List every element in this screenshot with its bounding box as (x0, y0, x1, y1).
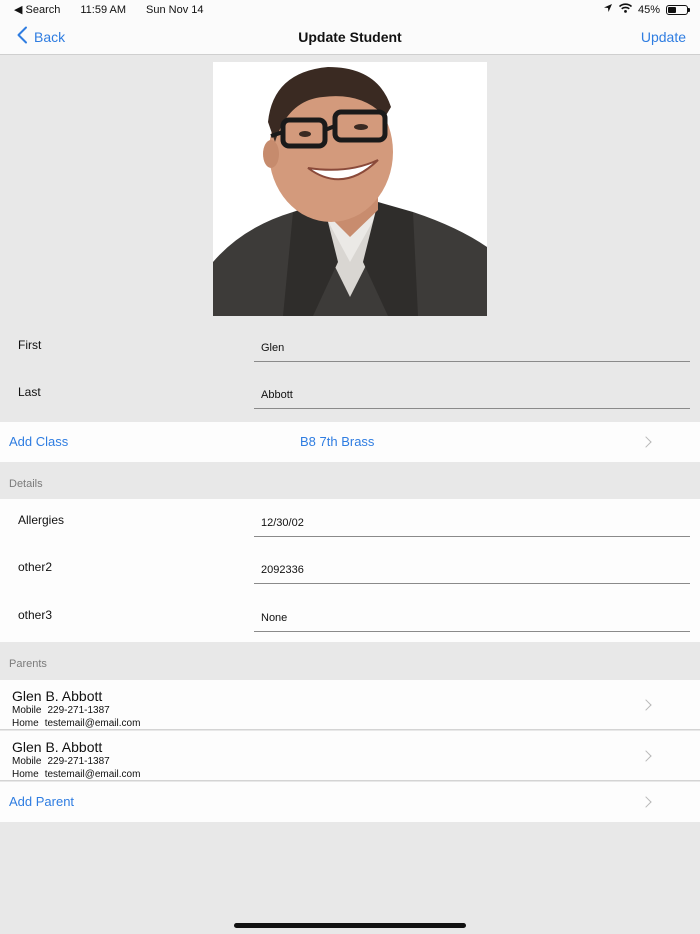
last-name-row: Last Abbott (0, 371, 700, 417)
chevron-right-icon (640, 436, 652, 448)
back-to-app-link[interactable]: ◀ Search (14, 3, 60, 16)
wifi-icon (618, 3, 633, 16)
detail-label: Allergies (18, 513, 65, 527)
navigation-bar: Back Update Student Update (0, 20, 700, 55)
detail-row: other3 None (0, 594, 700, 640)
parent-mobile-line: Mobile 229-271-1387 (12, 756, 110, 767)
parent-home-label: Home (12, 718, 39, 729)
chevron-right-icon (640, 699, 652, 711)
page-title: Update Student (298, 29, 402, 45)
detail-row: Allergies 12/30/02 (0, 499, 700, 545)
class-name: B8 7th Brass (300, 434, 375, 449)
detail-input-other3[interactable]: None (254, 606, 690, 632)
parents-section-header: Parents (9, 658, 47, 670)
detail-row: other2 2092336 (0, 546, 700, 592)
details-section-header: Details (9, 478, 43, 490)
student-photo[interactable] (213, 62, 487, 316)
parent-row[interactable]: Glen B. Abbott Mobile 229-271-1387 Home … (0, 680, 700, 730)
status-date: Sun Nov 14 (146, 3, 204, 16)
parent-mobile-label: Mobile (12, 756, 42, 767)
add-parent-row[interactable]: Add Parent (0, 782, 700, 822)
add-parent-label: Add Parent (9, 794, 75, 809)
status-bar: ◀ Search 11:59 AM Sun Nov 14 45% (0, 0, 700, 20)
home-indicator[interactable] (234, 923, 466, 928)
detail-input-other2[interactable]: 2092336 (254, 558, 690, 584)
detail-label: other2 (18, 560, 53, 574)
battery-icon (666, 4, 690, 15)
parent-home-line: Home testemail@email.com (12, 769, 140, 780)
chevron-right-icon (640, 750, 652, 762)
parent-mobile-value: 229-271-1387 (47, 705, 110, 716)
last-name-label: Last (18, 385, 41, 399)
student-portrait-image (213, 62, 487, 316)
details-section: Allergies 12/30/02 other2 2092336 other3… (0, 499, 700, 642)
first-name-label: First (18, 338, 42, 352)
parent-home-line: Home testemail@email.com (12, 718, 140, 729)
parent-name: Glen B. Abbott (12, 688, 103, 704)
battery-percent: 45% (637, 3, 660, 16)
last-name-input[interactable]: Abbott (254, 383, 690, 409)
location-icon (603, 3, 613, 16)
parent-mobile-value: 229-271-1387 (47, 756, 110, 767)
add-class-row[interactable]: Add Class B8 7th Brass (0, 422, 700, 462)
battery-level (668, 6, 676, 13)
parent-mobile-label: Mobile (12, 705, 42, 716)
update-button[interactable]: Update (641, 29, 686, 45)
parent-name: Glen B. Abbott (12, 739, 103, 755)
parent-row[interactable]: Glen B. Abbott Mobile 229-271-1387 Home … (0, 731, 700, 781)
chevron-right-icon (640, 796, 652, 808)
parent-mobile-line: Mobile 229-271-1387 (12, 705, 110, 716)
name-section: First Glen Last Abbott (0, 316, 700, 420)
parent-home-value: testemail@email.com (44, 769, 141, 780)
first-name-input[interactable]: Glen (254, 336, 690, 362)
parent-home-value: testemail@email.com (44, 718, 141, 729)
detail-input-allergies[interactable]: 12/30/02 (254, 511, 690, 537)
status-time: 11:59 AM (80, 3, 127, 16)
detail-label: other3 (18, 608, 53, 622)
parent-home-label: Home (12, 769, 39, 780)
add-class-label: Add Class (9, 434, 69, 449)
first-name-row: First Glen (0, 324, 700, 370)
